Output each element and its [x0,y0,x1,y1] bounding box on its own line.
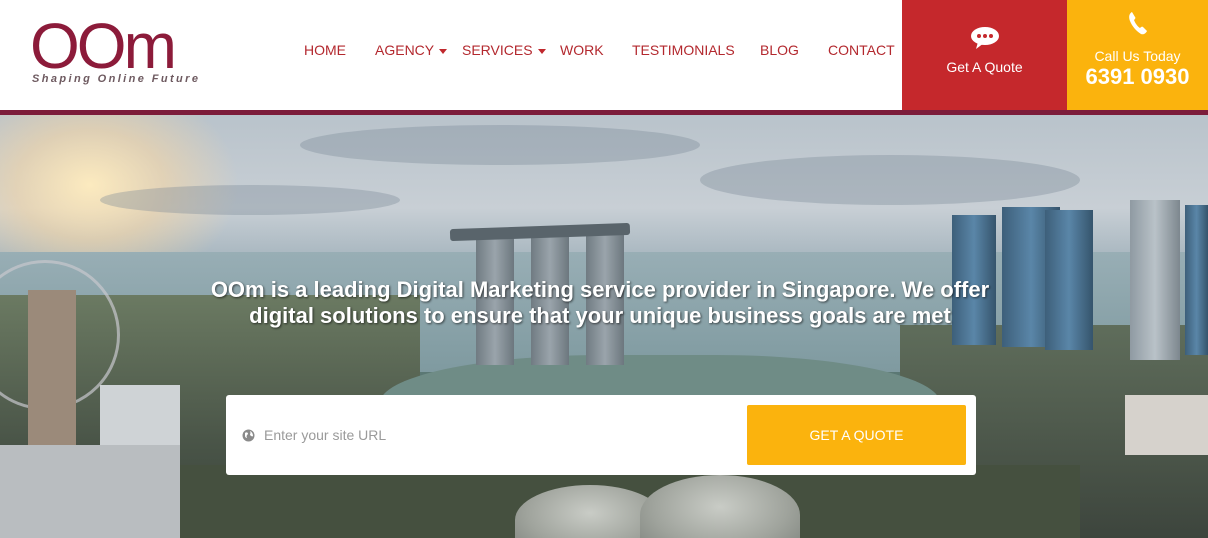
nav-contact[interactable]: CONTACT [828,42,895,58]
nav-work-label: WORK [560,42,604,58]
nav-services[interactable]: SERVICES [462,42,546,58]
chat-bubble-icon [971,27,999,49]
logo[interactable]: OOm Shaping Online Future [30,14,210,94]
nav-blog[interactable]: BLOG [760,42,799,58]
site-url-input[interactable] [264,419,734,451]
nav-home[interactable]: HOME [304,42,346,58]
nav-testimonials[interactable]: TESTIMONIALS [632,42,735,58]
phone-icon [1129,12,1147,35]
hero-section: OOm is a leading Digital Marketing servi… [0,115,1208,538]
phone-number: 6391 0930 [1085,64,1190,89]
logo-tagline: Shaping Online Future [32,73,201,85]
site-url-form: GET A QUOTE [226,395,976,475]
get-a-quote-label: Get A Quote [946,59,1023,75]
nav-testimonials-label: TESTIMONIALS [632,42,735,58]
get-a-quote-button[interactable]: GET A QUOTE [747,405,966,465]
nav-work[interactable]: WORK [560,42,604,58]
logo-wordmark: OOm [30,10,177,82]
nav-services-label: SERVICES [462,42,533,58]
call-us-label: Call Us Today [1094,48,1181,64]
nav-home-label: HOME [304,42,346,58]
hero-headline: OOm is a leading Digital Marketing servi… [210,277,990,328]
nav-blog-label: BLOG [760,42,799,58]
get-a-quote-header-button[interactable]: Get A Quote [902,0,1067,110]
call-us-box[interactable]: Call Us Today 6391 0930 [1067,0,1208,110]
nav-agency[interactable]: AGENCY [375,42,448,58]
globe-icon [242,429,255,442]
site-header: OOm Shaping Online Future HOME AGENCY SE… [0,0,1208,110]
nav-contact-label: CONTACT [828,42,895,58]
chevron-down-icon [439,48,448,54]
nav-agency-label: AGENCY [375,42,435,58]
chevron-down-icon [537,48,546,54]
